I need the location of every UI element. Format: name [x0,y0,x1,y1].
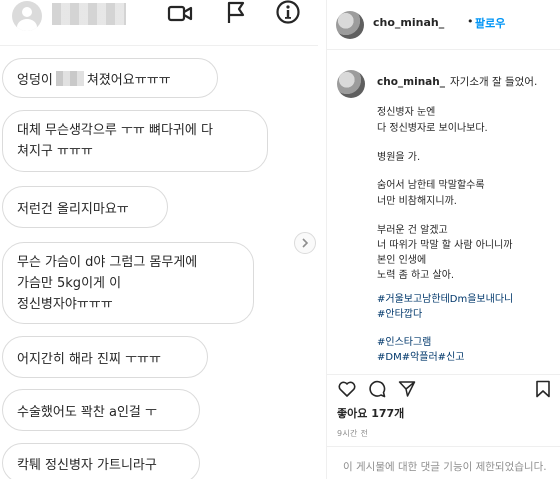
flag-icon[interactable] [222,0,250,26]
caption-line: 너만 비참해지니까. [377,196,457,207]
post-sidebar: cho_minah_ • 팔로우 cho_minah_ 자기소개 잘 들었어. 정… [326,0,560,479]
message-line: 정신병자야ㅠㅠㅠ [17,297,113,312]
separator-dot: • [467,15,474,28]
info-icon[interactable] [274,0,302,26]
avatar[interactable] [12,1,42,31]
message-line: 대체 무슨생각으루 ㅜㅠ 뼈다귀에 다 [17,123,213,138]
caption-line: 부러운 건 알겠고 [377,225,448,236]
hashtag-link[interactable]: #거울보고남한테Dm을보내다니 [377,290,513,305]
caption-line: 너 따위가 막말 할 사람 아니니까 [377,240,513,251]
hashtag-link[interactable]: #안타깝다 [377,305,422,320]
hashtag-link[interactable]: #인스타그램 [377,333,431,348]
post-actions [327,374,560,400]
video-call-icon[interactable] [166,0,194,26]
dm-header [0,0,318,46]
caption-avatar[interactable] [337,70,365,98]
bookmark-icon[interactable] [533,379,553,399]
caption-line: 노력 좀 하고 살아. [377,270,455,281]
caption-line: 숨어서 남한테 막말할수록 [377,180,485,191]
message-line: 가슴만 5kg이게 이 [17,276,122,291]
caption-line: 본인 인생에 [377,255,427,266]
caption-first-line: cho_minah_ 자기소개 잘 들었어. [377,75,559,89]
chevron-right-icon [302,238,309,248]
message-text: 저런건 올리지마요ㅠ [17,201,129,217]
message-bubble: 무슨 가슴이 d야 그럼그 몸무게에 가슴만 5kg이게 이 정신병자야ㅠㅠㅠ [2,242,254,324]
caption-author[interactable]: cho_minah_ [377,76,445,88]
message-bubble: 칵퉤 정신병자 가트니라구 [2,443,200,479]
comments-disabled-notice: 이 게시물에 대한 댓글 기능이 제한되었습니다. [343,461,547,473]
next-arrow-button[interactable] [294,232,316,254]
comment-icon[interactable] [367,379,387,399]
message-text: 쳐졌어요ㅠㅠㅠ [86,72,171,88]
message-text: 엉덩이 [17,72,53,88]
caption-line: 병원을 가. [377,152,421,163]
caption-line: 정신병자 눈엔 [377,107,436,118]
post-time: 9시간 전 [337,429,369,438]
message-line: 무슨 가슴이 d야 그럼그 몸무게에 [17,255,198,270]
message-bubble: 엉덩이 쳐졌어요ㅠㅠㅠ [2,58,218,98]
like-count[interactable]: 좋아요 177개 [337,405,404,421]
follow-button[interactable]: 팔로우 [475,15,505,31]
profile-avatar[interactable] [336,11,364,39]
blurred-username [52,3,126,25]
caption-text: 자기소개 잘 들었어. [450,76,538,88]
dm-conversation: 엉덩이 쳐졌어요ㅠㅠㅠ 대체 무슨생각으루 ㅜㅠ 뼈다귀에 다 쳐지구 ㅠㅠㅠ … [0,0,318,479]
post-header: cho_minah_ • 팔로우 [327,0,560,50]
message-bubble: 대체 무슨생각으루 ㅜㅠ 뼈다귀에 다 쳐지구 ㅠㅠㅠ [2,110,268,172]
message-line: 쳐지구 ㅠㅠㅠ [17,144,93,159]
message-text: 칵퉤 정신병자 가트니라구 [17,457,157,473]
hashtag-link[interactable]: #DM#악플러#신고 [377,348,464,363]
post-username[interactable]: cho_minah_ [373,16,444,29]
share-icon[interactable] [397,379,417,399]
message-bubble: 저런건 올리지마요ㅠ [2,186,168,228]
message-text: 어지간히 해라 진찌 ㅜㅠㅠ [17,351,161,367]
caption-line: 다 정신병자로 보이나보다. [377,123,488,134]
message-text: 수술했어도 꽉찬 a인걸 ㅜ [17,404,157,420]
message-bubble: 수술했어도 꽉찬 a인걸 ㅜ [2,389,200,431]
heart-icon[interactable] [337,379,357,399]
comment-area: 이 게시물에 대한 댓글 기능이 제한되었습니다. [327,446,560,479]
censored-text [55,70,84,86]
message-bubble: 어지간히 해라 진찌 ㅜㅠㅠ [2,336,208,378]
